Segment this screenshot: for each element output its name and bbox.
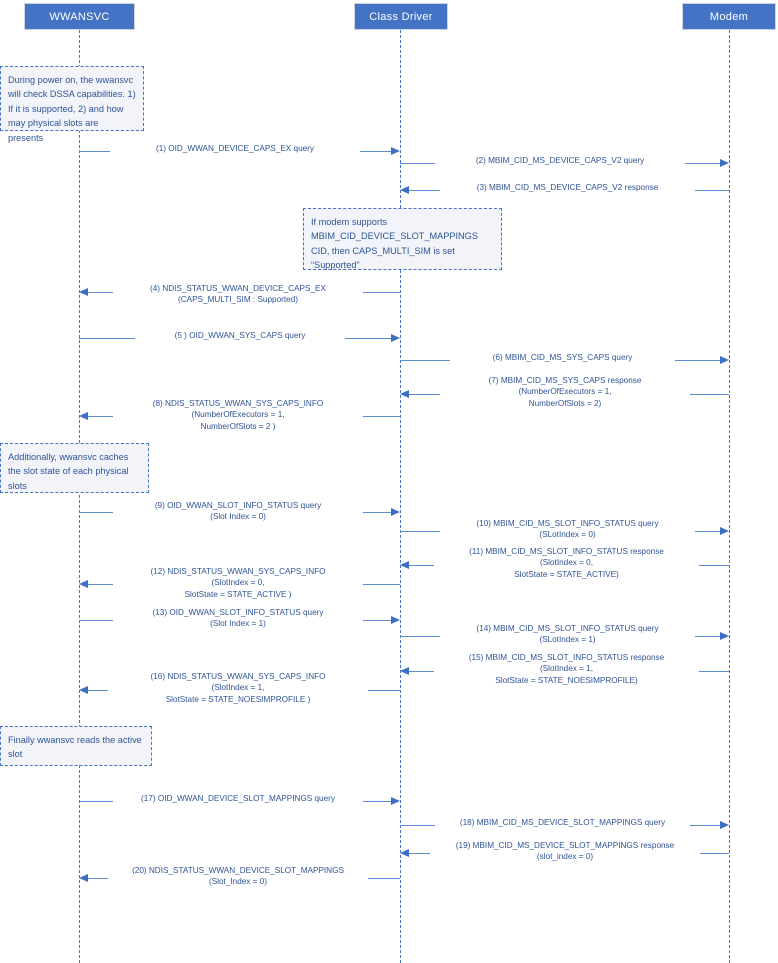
participant-wwansvc[interactable]: WWANSVC: [24, 3, 135, 30]
message-label-1: (1) OID_WWAN_DEVICE_CAPS_EX query: [110, 143, 360, 155]
sequence-diagram-canvas: WWANSVC Class Driver Modem During power …: [0, 0, 778, 963]
message-label-3: (3) MBIM_CID_MS_DEVICE_CAPS_V2 response: [440, 182, 695, 194]
arrowhead-8: [79, 411, 88, 420]
note-power-on: During power on, the wwansvc will check …: [0, 66, 144, 143]
participant-class-driver[interactable]: Class Driver: [354, 3, 448, 30]
message-label-8: (8) NDIS_STATUS_WWAN_SYS_CAPS_INFO (Numb…: [113, 398, 363, 433]
arrowhead-9: [391, 507, 400, 516]
lifeline-modem: [729, 30, 730, 963]
arrowhead-17: [391, 796, 400, 805]
arrowhead-18: [720, 820, 729, 829]
participant-label: Modem: [709, 10, 749, 23]
message-label-2: (2) MBIM_CID_MS_DEVICE_CAPS_V2 query: [435, 155, 685, 167]
arrowhead-11: [400, 560, 409, 569]
message-label-11: (11) MBIM_CID_MS_SLOT_INFO_STATUS respon…: [434, 546, 699, 581]
arrowhead-15: [400, 666, 409, 675]
message-label-14: (14) MBIM_CID_MS_SLOT_INFO_STATUS query …: [440, 623, 695, 646]
note-active-slot: Finally wwansvc reads the active slot: [0, 726, 152, 766]
arrowhead-20: [79, 873, 88, 882]
lifeline-class-driver: [400, 30, 401, 963]
note-slot-cache: Additionally, wwansvc caches the slot st…: [0, 443, 149, 493]
arrowhead-13: [391, 615, 400, 624]
message-label-15: (15) MBIM_CID_MS_SLOT_INFO_STATUS respon…: [434, 652, 699, 687]
message-label-20: (20) NDIS_STATUS_WWAN_DEVICE_SLOT_MAPPIN…: [108, 865, 368, 888]
arrowhead-2: [720, 158, 729, 167]
participant-modem[interactable]: Modem: [682, 3, 776, 30]
arrowhead-4: [79, 287, 88, 296]
message-label-4: (4) NDIS_STATUS_WWAN_DEVICE_CAPS_EX (CAP…: [113, 283, 363, 306]
message-label-10: (10) MBIM_CID_MS_SLOT_INFO_STATUS query …: [440, 518, 695, 541]
arrowhead-14: [720, 631, 729, 640]
message-label-17: (17) OID_WWAN_DEVICE_SLOT_MAPPINGS query: [113, 793, 363, 805]
note-caps-multi-sim: If modem supports MBIM_CID_DEVICE_SLOT_M…: [303, 208, 502, 270]
arrowhead-19: [400, 848, 409, 857]
arrowhead-10: [720, 526, 729, 535]
message-label-16: (16) NDIS_STATUS_WWAN_SYS_CAPS_INFO (Slo…: [108, 671, 368, 706]
arrowhead-6: [720, 355, 729, 364]
arrowhead-12: [79, 579, 88, 588]
message-label-5: (5 ) OID_WWAN_SYS_CAPS query: [135, 330, 345, 342]
arrowhead-7: [400, 389, 409, 398]
arrowhead-3: [400, 185, 409, 194]
message-label-18: (18) MBIM_CID_MS_DEVICE_SLOT_MAPPINGS qu…: [435, 817, 690, 829]
lifeline-wwansvc: [79, 30, 80, 963]
message-label-9: (9) OID_WWAN_SLOT_INFO_STATUS query (Slo…: [113, 500, 363, 523]
message-label-13: (13) OID_WWAN_SLOT_INFO_STATUS query (Sl…: [113, 607, 363, 630]
participant-label: Class Driver: [369, 10, 433, 23]
participant-label: WWANSVC: [49, 10, 110, 23]
message-label-19: (19) MBIM_CID_MS_DEVICE_SLOT_MAPPINGS re…: [430, 840, 700, 863]
message-label-6: (6) MBIM_CID_MS_SYS_CAPS query: [450, 352, 675, 364]
arrowhead-1: [391, 146, 400, 155]
message-label-12: (12) NDIS_STATUS_WWAN_SYS_CAPS_INFO (Slo…: [113, 566, 363, 601]
arrowhead-5: [391, 333, 400, 342]
message-label-7: (7) MBIM_CID_MS_SYS_CAPS response (Numbe…: [440, 375, 690, 410]
arrowhead-16: [79, 685, 88, 694]
